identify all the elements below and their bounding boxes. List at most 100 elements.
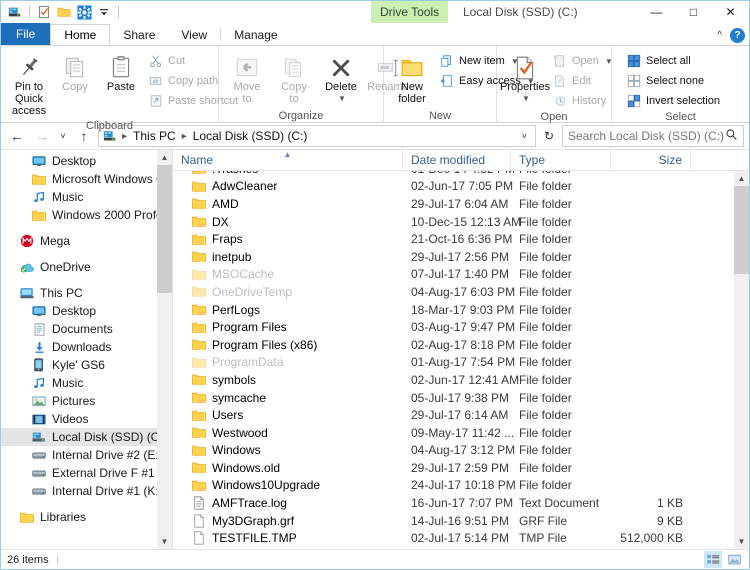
sidebar-item-downloads[interactable]: Downloads <box>1 338 172 356</box>
nav-scroll-track[interactable] <box>157 165 172 534</box>
contextual-tab-drive-tools[interactable]: Drive Tools <box>371 1 449 23</box>
table-row[interactable]: inetpub 29-Jul-17 2:56 PM File folder <box>173 248 734 266</box>
sidebar-item-desktop[interactable]: Desktop <box>1 302 172 320</box>
sidebar-item-kyle-gs6[interactable]: Kyle' GS6 <box>1 356 172 374</box>
scroll-up-icon[interactable]: ▲ <box>734 171 749 186</box>
select-all-button[interactable]: Select all <box>622 52 724 70</box>
sidebar-item-windows-2000-professional[interactable]: Windows 2000 Professional <box>1 206 172 224</box>
properties-button[interactable]: Properties ▼ <box>500 49 550 107</box>
sidebar-item-pictures[interactable]: Pictures <box>1 392 172 410</box>
file-type: File folder <box>519 320 572 335</box>
sidebar-item-label: Internal Drive #2 (E:) <box>52 448 163 462</box>
copy-to-button[interactable]: Copy to <box>271 49 317 107</box>
column-header-type[interactable]: Type <box>511 149 611 171</box>
search-input[interactable]: Search Local Disk (SSD) (C:) <box>562 125 744 147</box>
properties-icon[interactable] <box>34 2 54 22</box>
table-row[interactable]: Program Files 03-Aug-17 9:47 PM File folde… <box>173 318 734 336</box>
sidebar-item-microsoft-windows-operating[interactable]: Microsoft Windows Operating <box>1 170 172 188</box>
table-row[interactable]: Westwood 09-May-17 11:42 ... File folder <box>173 424 734 442</box>
file-scrollbar[interactable]: ▲ ▼ <box>734 171 749 549</box>
table-row[interactable]: symcache 05-Jul-17 9:38 PM File folder <box>173 389 734 407</box>
column-header-size[interactable]: Size <box>611 149 691 171</box>
options-icon[interactable] <box>74 2 94 22</box>
sidebar-item-external-drive-f-1-f[interactable]: External Drive F #1 (F:) <box>1 464 172 482</box>
scroll-up-icon[interactable]: ▲ <box>157 150 172 165</box>
table-row[interactable]: MSOCache 07-Jul-17 1:40 PM File folder <box>173 266 734 284</box>
table-row[interactable]: OneDriveTemp 04-Aug-17 6:03 PM File folder <box>173 283 734 301</box>
videos-icon <box>31 411 47 427</box>
file-date-modified: 01-Aug-17 7:54 PM <box>411 355 516 370</box>
file-scroll-thumb[interactable] <box>734 186 749 274</box>
tab-manage[interactable]: Manage <box>221 24 290 45</box>
sidebar-item-desktop[interactable]: Desktop <box>1 152 172 170</box>
copy-button[interactable]: Copy <box>52 49 98 95</box>
tab-file[interactable]: File <box>1 23 51 45</box>
details-view-icon[interactable] <box>704 551 722 568</box>
new-folder-button[interactable]: New folder <box>389 49 435 107</box>
delete-button[interactable]: Delete ▼ <box>318 49 364 107</box>
computer-icon[interactable] <box>5 2 25 22</box>
table-row[interactable]: Users 29-Jul-17 6:14 AM File folder <box>173 406 734 424</box>
open-button[interactable]: Open ▼ <box>548 52 617 70</box>
close-button[interactable]: ✕ <box>712 1 749 23</box>
sidebar-item-local-disk-ssd-c[interactable]: Local Disk (SSD) (C:) <box>1 428 172 446</box>
file-name: Windows10Upgrade <box>212 478 321 493</box>
column-header-name[interactable]: Name ▲ <box>173 149 403 171</box>
paste-button[interactable]: Paste <box>98 49 144 95</box>
tab-view[interactable]: View <box>168 24 220 45</box>
new-folder-icon[interactable] <box>54 2 74 22</box>
chevron-down-icon[interactable]: ▼ <box>522 93 530 105</box>
table-row[interactable]: symbols 02-Jun-17 12:41 AM File folder <box>173 371 734 389</box>
sidebar-item-libraries[interactable]: Libraries <box>1 508 172 526</box>
table-row[interactable]: AMD 29-Jul-17 6:04 AM File folder <box>173 195 734 213</box>
file-scroll-track[interactable] <box>734 186 749 534</box>
maximize-button[interactable]: □ <box>675 1 712 23</box>
sidebar-item-internal-drive-1-k[interactable]: Internal Drive #1 (K:) <box>1 482 172 500</box>
tab-share[interactable]: Share <box>110 24 168 45</box>
minimize-button[interactable]: — <box>638 1 675 23</box>
search-icon[interactable] <box>725 128 738 144</box>
table-row[interactable]: TESTFILE.TMP 02-Jul-17 5:14 PM TMP File 512… <box>173 529 734 547</box>
table-row[interactable]: AdwCleaner 02-Jun-17 7:05 PM File folder <box>173 178 734 196</box>
pin-to-quick-access-button[interactable]: Pin to Quick access <box>6 49 52 119</box>
chevron-down-icon[interactable]: ▼ <box>338 93 346 105</box>
tab-home[interactable]: Home <box>50 24 111 45</box>
table-row[interactable]: Windows 04-Aug-17 3:12 PM File folder <box>173 442 734 460</box>
customize-chevron-icon[interactable] <box>94 2 114 22</box>
sidebar-item-onedrive[interactable]: OneDrive <box>1 258 172 276</box>
chevron-down-icon[interactable]: ˅ <box>518 131 531 141</box>
folder-icon <box>191 426 206 440</box>
sidebar-item-videos[interactable]: Videos <box>1 410 172 428</box>
scroll-down-icon[interactable]: ▼ <box>734 534 749 549</box>
table-row[interactable]: My3DGraph.grf 14-Jul-16 9:51 PM GRF File 9 … <box>173 512 734 530</box>
table-row[interactable]: Fraps 21-Oct-16 6:36 PM File folder <box>173 230 734 248</box>
move-to-button[interactable]: Move to <box>224 49 270 107</box>
sidebar-item-internal-drive-2-e[interactable]: Internal Drive #2 (E:) <box>1 446 172 464</box>
help-icon[interactable]: ? <box>730 28 745 43</box>
table-row[interactable]: Windows.old 29-Jul-17 2:59 PM File folder <box>173 459 734 477</box>
nav-group-gap <box>1 224 172 232</box>
large-icons-view-icon[interactable] <box>725 551 743 568</box>
chevron-up-icon[interactable]: ^ <box>717 30 722 41</box>
scroll-down-icon[interactable]: ▼ <box>157 534 172 549</box>
table-row[interactable]: DX 10-Dec-15 12:13 AM File folder <box>173 213 734 231</box>
history-button[interactable]: History <box>548 92 617 110</box>
invert-selection-button[interactable]: Invert selection <box>622 92 724 110</box>
column-header-date-modified[interactable]: Date modified <box>403 149 511 171</box>
sidebar-item-music[interactable]: Music <box>1 374 172 392</box>
table-row[interactable]: AMFTrace.log 16-Jun-17 7:07 PM Text Docume… <box>173 494 734 512</box>
table-row[interactable]: Windows10Upgrade 24-Jul-17 10:18 PM File f… <box>173 477 734 495</box>
sidebar-item-documents[interactable]: Documents <box>1 320 172 338</box>
nav-scroll-thumb[interactable] <box>157 165 172 293</box>
select-none-button[interactable]: Select none <box>622 72 724 90</box>
table-row[interactable]: ProgramData 01-Aug-17 7:54 PM File folder <box>173 354 734 372</box>
edit-button[interactable]: Edit <box>548 72 617 90</box>
table-row[interactable]: .Trashes 01-Dec-14 4:32 PMFile folder <box>173 171 734 178</box>
sidebar-item-this-pc[interactable]: This PC <box>1 284 172 302</box>
table-row[interactable]: Program Files (x86) 02-Aug-17 8:18 PM File… <box>173 336 734 354</box>
table-row[interactable]: PerfLogs 18-Mar-17 9:03 PM File folder <box>173 301 734 319</box>
sidebar-item-music[interactable]: Music <box>1 188 172 206</box>
nav-scrollbar[interactable]: ▲ ▼ <box>157 150 172 549</box>
refresh-button[interactable]: ↻ <box>539 125 559 147</box>
sidebar-item-mega[interactable]: Mega <box>1 232 172 250</box>
